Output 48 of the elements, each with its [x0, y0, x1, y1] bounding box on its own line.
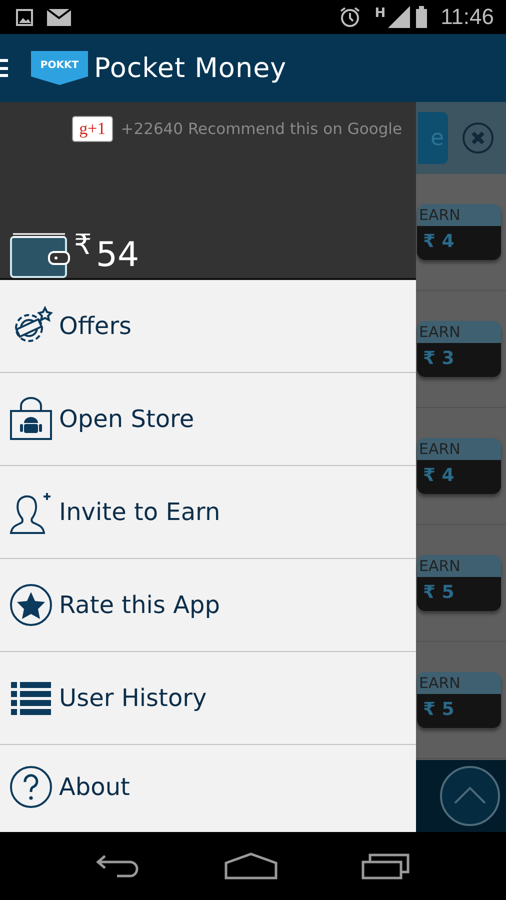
menu-item[interactable]: Open Store: [0, 373, 416, 466]
help-icon: [9, 765, 53, 809]
back-icon[interactable]: [94, 852, 141, 880]
signal-icon: [388, 6, 410, 28]
alarm-icon: [338, 6, 361, 28]
earn-badge[interactable]: EARN ₹ 5: [417, 672, 501, 728]
earn-amount: ₹ 4: [417, 460, 501, 494]
earn-label: EARN: [417, 555, 501, 577]
android-bag-icon: [9, 397, 53, 441]
earn-amount: ₹ 5: [417, 694, 501, 728]
earn-badge[interactable]: EARN ₹ 4: [417, 438, 501, 494]
currency-symbol: ₹: [74, 228, 92, 261]
earn-label: EARN: [417, 321, 501, 343]
logo-badge: POKKT: [31, 51, 88, 85]
menu-item[interactable]: Invite to Earn: [0, 466, 416, 559]
add-user-icon: [9, 490, 53, 534]
earn-badge[interactable]: EARN ₹ 3: [417, 321, 501, 377]
earn-label: EARN: [417, 672, 501, 694]
menu-item-label: Offers: [59, 312, 132, 340]
menu-item[interactable]: About: [0, 745, 416, 832]
recommend-text: +22640 Recommend this on Google: [120, 120, 402, 138]
menu-item[interactable]: Rate this App: [0, 559, 416, 652]
menu-item-label: User History: [59, 684, 207, 712]
battery-icon: [416, 6, 427, 28]
earn-label: EARN: [417, 204, 501, 226]
plus-one-button[interactable]: g+1: [72, 116, 113, 142]
recent-apps-icon[interactable]: [361, 852, 412, 880]
menu-item[interactable]: Offers: [0, 280, 416, 373]
menu-item-label: Invite to Earn: [59, 498, 220, 526]
earn-label: EARN: [417, 438, 501, 460]
earn-badge[interactable]: EARN ₹ 4: [417, 204, 501, 260]
home-icon[interactable]: [224, 852, 278, 880]
menu-icon[interactable]: [0, 59, 8, 77]
earn-amount: ₹ 4: [417, 226, 501, 260]
menu-item-label: Open Store: [59, 405, 194, 433]
network-type-text: H: [374, 6, 386, 21]
image-icon: [16, 8, 33, 26]
menu-item-label: About: [59, 773, 130, 801]
earn-amount: ₹ 5: [417, 577, 501, 611]
app-title: Pocket Money: [94, 52, 287, 84]
scroll-up-icon[interactable]: [439, 765, 501, 827]
balance-amount: 54: [96, 235, 140, 275]
mail-icon: [47, 8, 71, 26]
clock-text: 11:46: [440, 4, 494, 30]
menu-item[interactable]: User History: [0, 652, 416, 745]
menu-item-label: Rate this App: [59, 591, 220, 619]
earn-amount: ₹ 3: [417, 343, 501, 377]
earn-badge[interactable]: EARN ₹ 5: [417, 555, 501, 611]
